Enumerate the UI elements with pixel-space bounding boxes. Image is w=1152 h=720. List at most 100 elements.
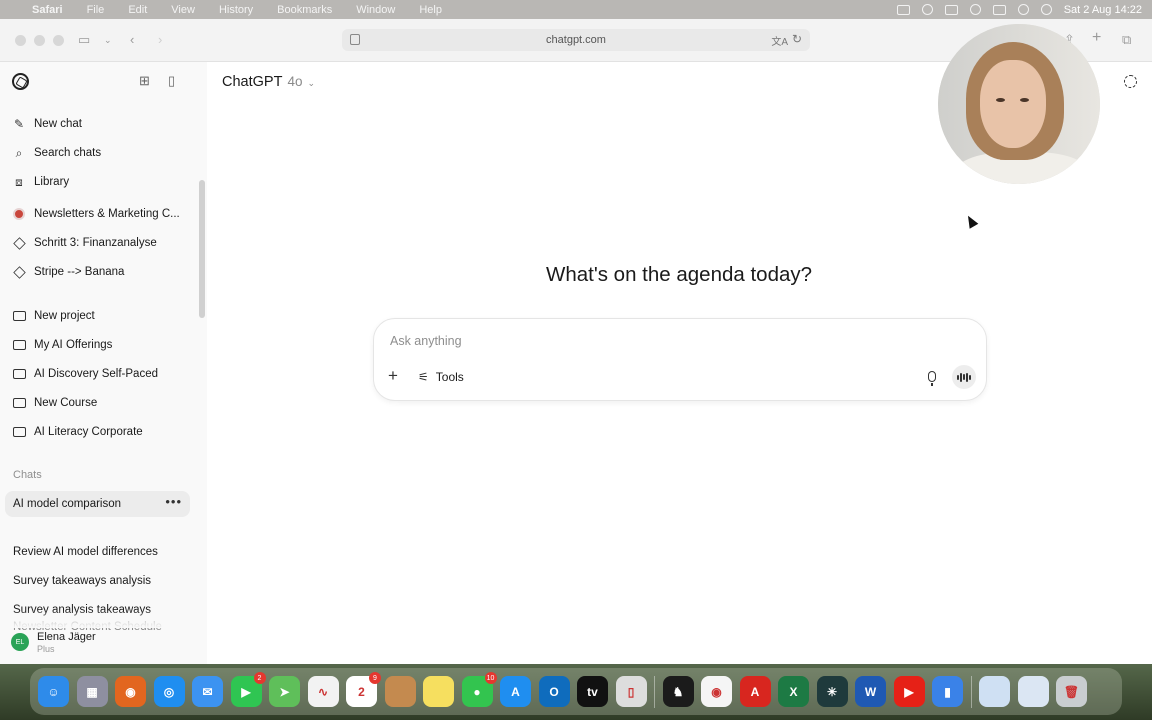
menu-edit[interactable]: Edit <box>128 4 147 16</box>
back-icon[interactable]: ‹ <box>130 32 134 47</box>
dock-app-acrobat[interactable]: A <box>739 676 771 707</box>
dock-app-app-store[interactable]: A <box>500 676 531 707</box>
dock-app-messages[interactable]: ● 10 <box>461 672 497 707</box>
dock-app-glyph-icon: ▦ <box>86 684 98 699</box>
sidebar-item-label: New Course <box>34 397 98 409</box>
sidebar-item-gpt-finanzanalyse[interactable]: Schritt 3: Finanzanalyse <box>12 231 192 255</box>
sidebar-item-label: AI Discovery Self-Paced <box>34 368 158 380</box>
add-attachment-button[interactable]: + <box>388 367 398 384</box>
chat-item[interactable]: Review AI model differences <box>5 539 190 565</box>
close-window-button[interactable] <box>15 35 26 46</box>
chat-item-active[interactable]: AI model comparison ••• <box>5 491 190 517</box>
sidebar-item-new-chat[interactable]: ✎ New chat <box>12 112 192 136</box>
sidebar-item-project-ai-discovery[interactable]: AI Discovery Self-Paced <box>12 362 192 386</box>
dock-app-notes-folder[interactable] <box>384 676 416 707</box>
minimize-window-button[interactable] <box>34 35 45 46</box>
edit-icon: ✎ <box>13 117 25 131</box>
dock-app-firefox[interactable]: ◉ <box>115 676 146 707</box>
close-sidebar-icon[interactable]: ▯ <box>168 74 182 87</box>
tools-button[interactable]: ⚟ Tools <box>418 370 464 384</box>
dock-app-finder[interactable]: ☺ <box>38 676 69 707</box>
spotlight-search-icon[interactable] <box>1040 4 1052 15</box>
dock-app-glyph-icon: A <box>511 684 520 699</box>
chevron-down-icon: ⌄ <box>307 78 316 88</box>
tab-group-chevron-icon[interactable]: ⌄ <box>104 35 112 46</box>
menu-history[interactable]: History <box>219 4 253 16</box>
menu-bookmarks[interactable]: Bookmarks <box>277 4 332 16</box>
dock-app-perplexity[interactable]: ✳ <box>816 676 848 707</box>
dock-app-recent-window-1[interactable] <box>979 676 1010 707</box>
dock-app-recent-window-2[interactable] <box>1017 676 1049 707</box>
dock-app-maps[interactable]: ➤ <box>269 676 300 707</box>
status-app-icon[interactable] <box>921 4 933 15</box>
sidebar-item-project-my-ai-offerings[interactable]: My AI Offerings <box>12 333 192 357</box>
chat-item[interactable]: Survey takeaways analysis <box>5 568 190 594</box>
sidebar-item-label: My AI Offerings <box>34 339 113 351</box>
dictate-mic-icon[interactable] <box>928 371 936 386</box>
sidebar-item-project-ai-literacy[interactable]: AI Literacy Corporate <box>12 420 192 444</box>
voice-mode-button[interactable] <box>952 365 976 389</box>
temporary-chat-icon[interactable] <box>1124 75 1137 88</box>
dock-app-launchpad[interactable]: ▦ <box>76 676 108 707</box>
dock-app-voice-memos[interactable]: ▮ <box>932 676 963 707</box>
sidebar-item-gpt-newsletters[interactable]: Newsletters & Marketing C... <box>12 202 192 226</box>
translate-icon[interactable]: 文A <box>771 33 788 48</box>
prompt-input[interactable] <box>390 331 950 351</box>
menu-help[interactable]: Help <box>419 4 442 16</box>
sidebar-item-label: Stripe --> Banana <box>34 266 125 278</box>
sidebar-item-new-project[interactable]: New project <box>12 304 192 328</box>
gpts-grid-icon[interactable]: ⊞ <box>139 74 153 87</box>
dock-app-outlook[interactable]: O <box>538 676 570 707</box>
folder-icon <box>12 339 26 352</box>
page-menu-icon[interactable] <box>350 34 360 45</box>
bluetooth-icon[interactable] <box>969 4 981 15</box>
menubar-clock[interactable]: Sat 2 Aug 14:22 <box>1064 4 1142 16</box>
openai-logo-icon[interactable] <box>12 73 29 90</box>
url-text[interactable]: chatgpt.com <box>546 34 606 46</box>
dock-app-youtube[interactable]: ▶ <box>893 676 925 707</box>
avatar: EL <box>11 633 29 651</box>
dock-app-elephant-app[interactable]: ♞ <box>662 676 694 707</box>
page-title: What's on the agenda today? <box>545 263 813 286</box>
dock-app-facetime[interactable]: ▶ 2 <box>230 672 266 707</box>
sidebar-toggle-icon[interactable]: ▭ <box>78 32 90 48</box>
status-app-icon[interactable] <box>896 4 910 15</box>
dock-app-iphone-mirroring[interactable]: ▯ <box>615 676 647 707</box>
sidebar-item-search-chats[interactable]: ⌕ Search chats <box>12 141 192 165</box>
sidebar-item-gpt-stripe[interactable]: Stripe --> Banana <box>12 260 192 284</box>
model-selector[interactable]: ChatGPT 4o ⌄ <box>222 74 315 90</box>
menu-file[interactable]: File <box>87 4 105 16</box>
menu-app-name[interactable]: Safari <box>32 4 63 16</box>
dock-app-chrome[interactable]: ◉ <box>701 676 732 707</box>
dock-app-word[interactable]: W <box>855 676 886 707</box>
battery-icon[interactable] <box>992 4 1006 15</box>
sidebar-item-library[interactable]: ⧈ Library <box>12 170 192 194</box>
dock-app-apple-tv[interactable]: tv <box>577 676 608 707</box>
menu-window[interactable]: Window <box>356 4 395 16</box>
chat-item-label: Survey takeaways analysis <box>13 575 152 587</box>
status-app-icon[interactable] <box>944 4 958 15</box>
dock-app-calendar[interactable]: 29 <box>346 672 381 707</box>
chat-item-label: AI model comparison <box>13 498 122 510</box>
dock-app-excel[interactable]: X <box>778 676 809 707</box>
forward-icon[interactable]: › <box>158 32 162 47</box>
dock-app-safari[interactable]: ◎ <box>153 676 185 707</box>
sidebar-item-label: Schritt 3: Finanzanalyse <box>34 237 157 249</box>
dock-app-notes[interactable] <box>423 676 454 707</box>
chat-options-icon[interactable]: ••• <box>165 495 182 508</box>
notification-badge: 9 <box>369 672 381 684</box>
address-bar[interactable]: chatgpt.com 文A ↻ <box>342 29 810 51</box>
tab-overview-icon[interactable]: ⧉ <box>1122 32 1131 48</box>
dock-app-mail[interactable]: ✉ <box>192 676 223 707</box>
user-menu[interactable]: EL Elena Jäger Plus <box>11 628 191 656</box>
wifi-icon[interactable] <box>1017 4 1029 15</box>
sidebar-item-project-new-course[interactable]: New Course <box>12 391 192 415</box>
dock-app-freeform[interactable]: ∿ <box>307 676 339 707</box>
sidebar-scrollbar[interactable] <box>199 180 205 318</box>
dock-app-trash[interactable]: 🗑 <box>1056 676 1087 707</box>
prompt-composer: + ⚟ Tools <box>373 318 987 401</box>
zoom-window-button[interactable] <box>53 35 64 46</box>
menu-view[interactable]: View <box>171 4 195 16</box>
reload-icon[interactable]: ↻ <box>792 32 802 46</box>
chat-sidebar: ⊞ ▯ ✎ New chat ⌕ Search chats ⧈ Library … <box>0 62 207 664</box>
